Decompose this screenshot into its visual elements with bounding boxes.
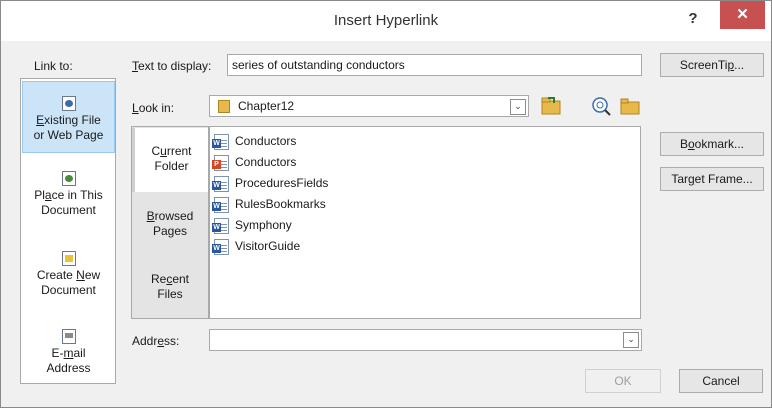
web-page-icon [61,96,76,111]
place-in-document-icon [61,171,76,186]
target-frame-button[interactable]: Target Frame... [660,167,764,191]
word-document-icon: W [212,175,229,192]
word-document-icon: W [212,238,229,255]
browse-file-icon[interactable] [619,95,641,117]
screentip-button[interactable]: ScreenTip... [660,53,764,77]
up-one-folder-icon[interactable] [540,95,562,117]
cancel-button[interactable]: Cancel [679,369,763,393]
address-input[interactable]: ⌄ [209,329,642,351]
list-item[interactable]: P Conductors [212,152,296,172]
tab-current-folder[interactable]: Current Folder [132,128,208,192]
title-bar: Insert Hyperlink ? ✕ [1,1,771,41]
link-to-existing-file[interactable]: Existing File or Web Page [22,81,115,153]
list-item[interactable]: W RulesBookmarks [212,194,326,214]
list-item[interactable]: W Conductors [212,131,296,151]
chevron-down-icon[interactable]: ⌄ [510,99,526,115]
link-to-label: Link to: [34,59,73,73]
ok-button[interactable]: OK [585,369,661,393]
dialog-title: Insert Hyperlink [333,12,439,29]
chevron-down-icon[interactable]: ⌄ [623,332,639,348]
bookmark-button[interactable]: Bookmark... [660,132,764,156]
new-document-icon [61,251,76,266]
text-to-display-input[interactable]: series of outstanding conductors [227,54,642,76]
email-icon [61,329,76,344]
link-to-new-document[interactable]: Create New Document [22,251,115,313]
look-in-label: Look in: [132,101,175,115]
folder-icon [218,100,230,113]
word-document-icon: W [212,217,229,234]
link-to-panel: Existing File or Web Page Place in This … [20,78,116,384]
word-document-icon: W [212,133,229,150]
list-item[interactable]: W VisitorGuide [212,236,300,256]
folder-tabs: Current Folder Browsed Pages Recent File… [131,126,209,319]
text-to-display-label: Text to display: [132,59,212,73]
link-to-place-in-document[interactable]: Place in This Document [22,171,115,233]
insert-hyperlink-dialog: Insert Hyperlink ? ✕ Link to: Text to di… [0,0,772,408]
look-in-dropdown[interactable]: Chapter12 ⌄ [209,95,529,117]
help-button[interactable]: ? [681,7,705,31]
address-label: Address: [132,334,180,348]
list-item[interactable]: W Symphony [212,215,292,235]
powerpoint-document-icon: P [212,154,229,171]
browse-web-icon[interactable] [591,95,613,117]
file-list[interactable]: W Conductors P Conductors W ProceduresField… [209,126,641,319]
link-to-email-address[interactable]: E-mail Address [22,329,115,381]
close-button[interactable]: ✕ [720,1,765,29]
tab-browsed-pages[interactable]: Browsed Pages [132,209,208,239]
list-item[interactable]: W ProceduresFields [212,173,328,193]
word-document-icon: W [212,196,229,213]
tab-recent-files[interactable]: Recent Files [132,272,208,302]
